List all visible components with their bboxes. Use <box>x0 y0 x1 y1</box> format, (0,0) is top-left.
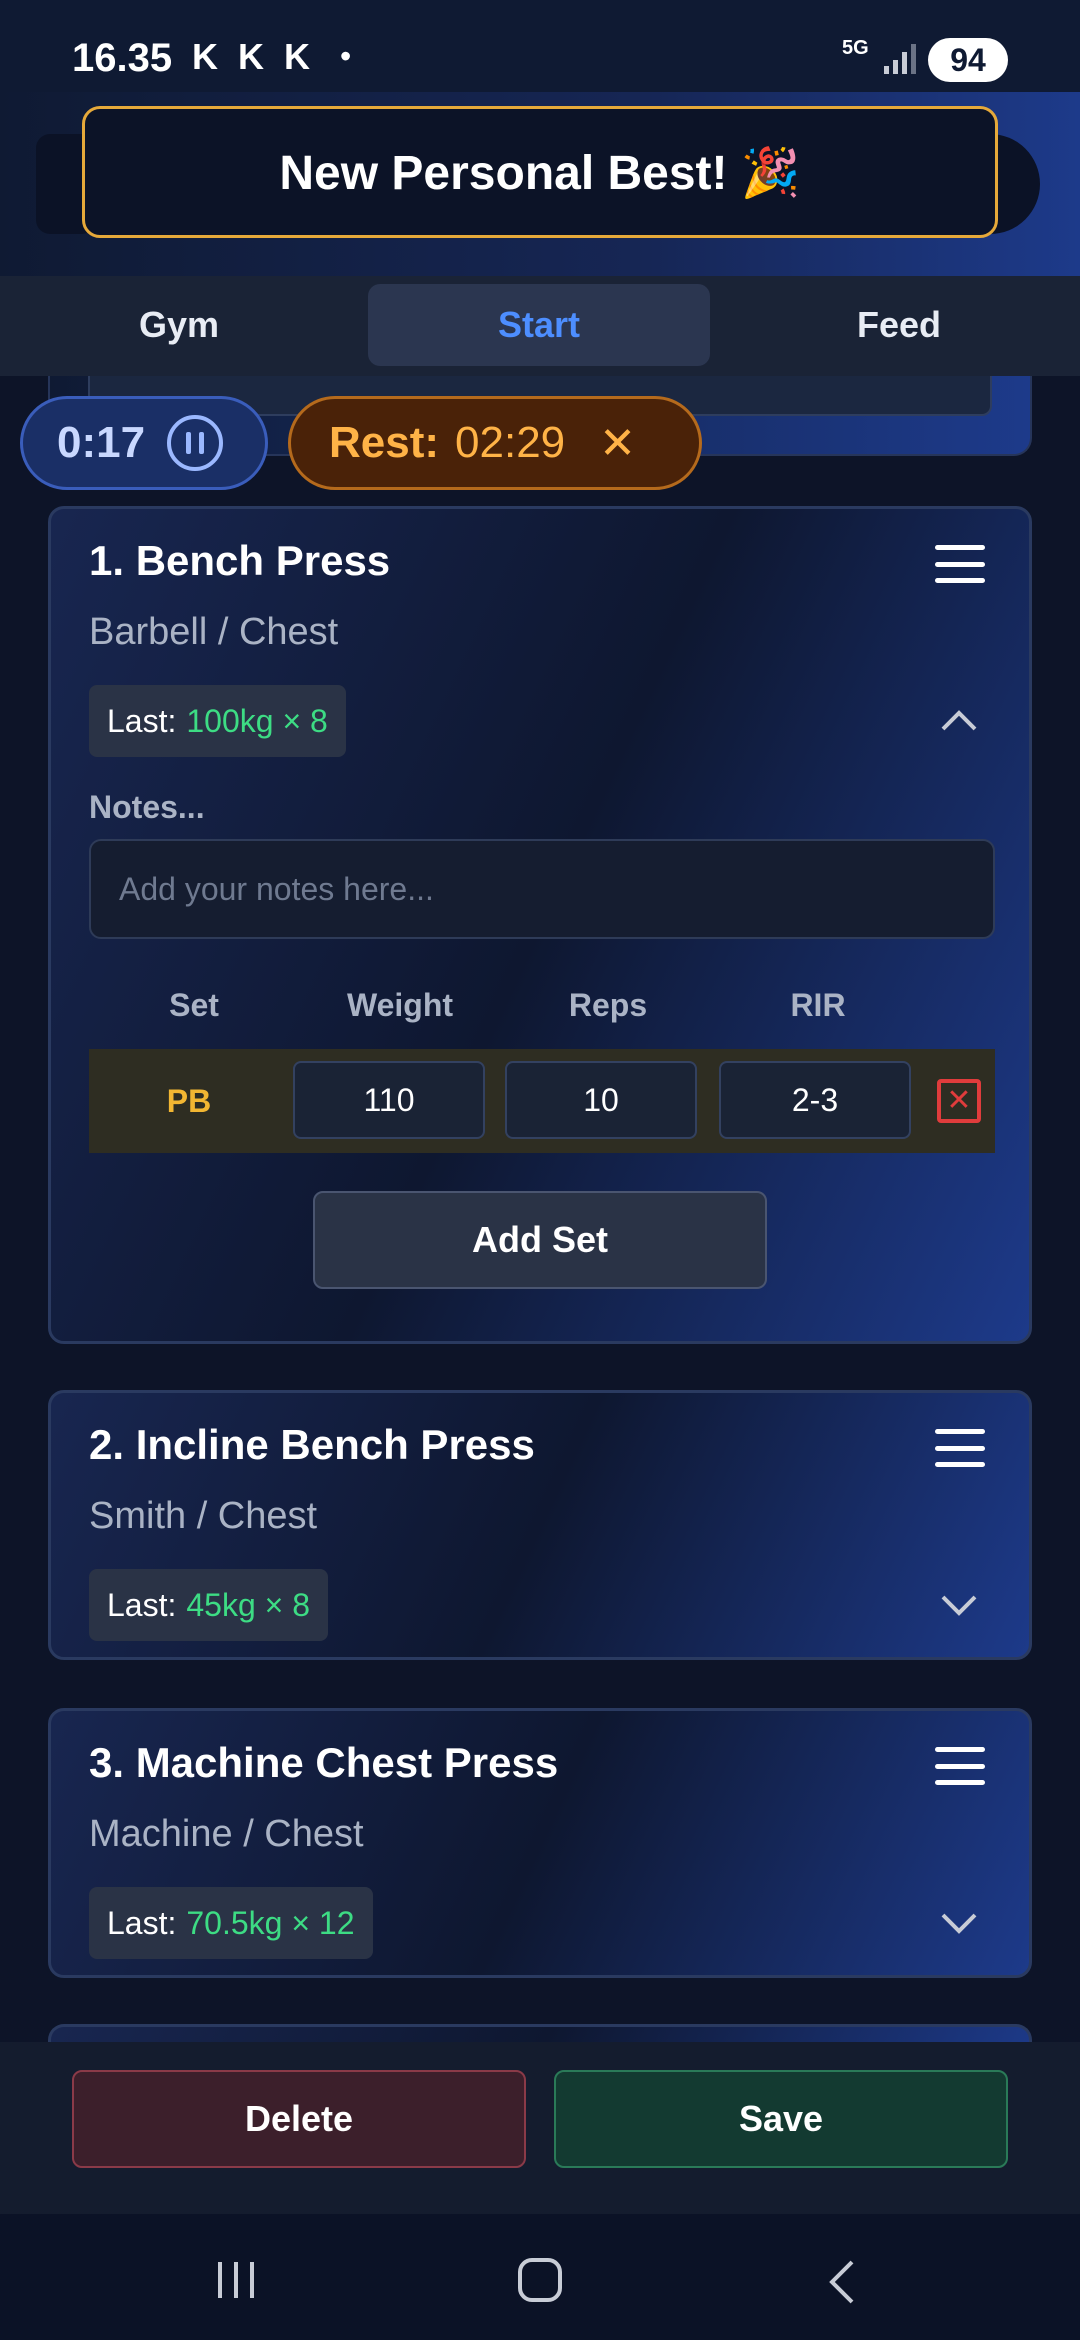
recent-apps-icon[interactable] <box>218 2262 254 2298</box>
column-header-weight: Weight <box>346 987 454 1023</box>
set-type-pb[interactable]: PB <box>89 1049 289 1153</box>
tab-feed-label: Feed <box>856 304 942 345</box>
exercise-subtitle: Smith / Chest <box>89 1495 318 1537</box>
last-value: 45kg × 8 <box>186 1586 311 1623</box>
last-performance-badge: Last: 100kg × 8 <box>89 685 346 757</box>
exercise-subtitle: Machine / Chest <box>89 1813 364 1855</box>
set-row: PB 110 10 2-3 ✕ <box>89 1049 995 1153</box>
exercise-card: 1. Bench Press Barbell / Chest Last: 100… <box>48 506 1032 1344</box>
tab-start[interactable]: Start <box>368 284 710 366</box>
workout-timer[interactable]: 0:17 <box>20 396 268 490</box>
tab-start-label: Start <box>497 304 581 345</box>
last-label: Last: <box>107 702 177 739</box>
add-set-button[interactable]: Add Set <box>313 1191 767 1289</box>
notification-dot: • <box>340 38 352 74</box>
exercise-subtitle: Barbell / Chest <box>89 611 339 653</box>
exercise-title: 1. Bench Press <box>89 537 391 584</box>
notification-k-icon: K <box>238 36 264 77</box>
tab-gym-label: Gym <box>138 304 220 345</box>
rir-input[interactable]: 2-3 <box>719 1061 911 1139</box>
back-icon[interactable] <box>826 2258 856 2306</box>
last-label: Last: <box>107 1586 177 1623</box>
reps-input[interactable]: 10 <box>505 1061 697 1139</box>
column-header-reps: Reps <box>568 987 648 1023</box>
rest-timer[interactable]: Rest: 02:29 ✕ <box>288 396 702 490</box>
delete-button[interactable]: Delete <box>72 2070 526 2168</box>
column-header-set: Set <box>169 987 219 1023</box>
chevron-up-icon[interactable] <box>939 701 979 741</box>
rest-value: 02:29 <box>455 418 566 467</box>
battery-icon: 94 <box>928 38 1008 82</box>
personal-best-toast: New Personal Best! 🎉 <box>82 106 998 238</box>
timer-elapsed: 0:17 <box>57 418 146 467</box>
status-time: 16.35 <box>72 36 173 80</box>
notification-k-icon: K <box>192 36 218 77</box>
tab-feed[interactable]: Feed <box>728 284 1070 366</box>
exercise-title: 3. Machine Chest Press <box>89 1739 559 1786</box>
network-5g-icon: 5G <box>842 37 869 59</box>
exercise-card[interactable]: 3. Machine Chest Press Machine / Chest L… <box>48 1708 1032 1978</box>
notes-label: Notes... <box>89 789 205 825</box>
hamburger-menu-icon[interactable] <box>935 1429 985 1467</box>
home-icon[interactable] <box>518 2258 562 2302</box>
last-value: 100kg × 8 <box>186 702 328 739</box>
last-performance-badge: Last: 45kg × 8 <box>89 1569 329 1641</box>
x-square-icon[interactable]: ✕ <box>937 1079 981 1123</box>
pause-icon[interactable] <box>167 415 224 471</box>
column-header-rir: RIR <box>790 987 846 1023</box>
tab-bar: Gym Start Feed <box>0 276 1080 376</box>
rest-label: Rest: <box>329 418 440 467</box>
last-label: Last: <box>107 1904 177 1941</box>
close-icon[interactable]: ✕ <box>599 418 636 469</box>
exercise-title: 2. Incline Bench Press <box>89 1421 535 1468</box>
last-performance-badge: Last: 70.5kg × 12 <box>89 1887 373 1959</box>
exercise-card[interactable]: 2. Incline Bench Press Smith / Chest Las… <box>48 1390 1032 1660</box>
save-button[interactable]: Save <box>554 2070 1008 2168</box>
chevron-down-icon[interactable] <box>939 1903 979 1943</box>
notes-input[interactable] <box>89 839 995 939</box>
hamburger-menu-icon[interactable] <box>935 1747 985 1785</box>
last-value: 70.5kg × 12 <box>186 1904 355 1941</box>
tab-gym[interactable]: Gym <box>8 284 350 366</box>
chevron-down-icon[interactable] <box>939 1585 979 1625</box>
weight-input[interactable]: 110 <box>293 1061 485 1139</box>
signal-icon <box>884 44 916 74</box>
hamburger-menu-icon[interactable] <box>935 545 985 583</box>
notification-k-icon: K <box>284 36 310 77</box>
toast-text: New Personal Best! 🎉 <box>279 146 801 200</box>
